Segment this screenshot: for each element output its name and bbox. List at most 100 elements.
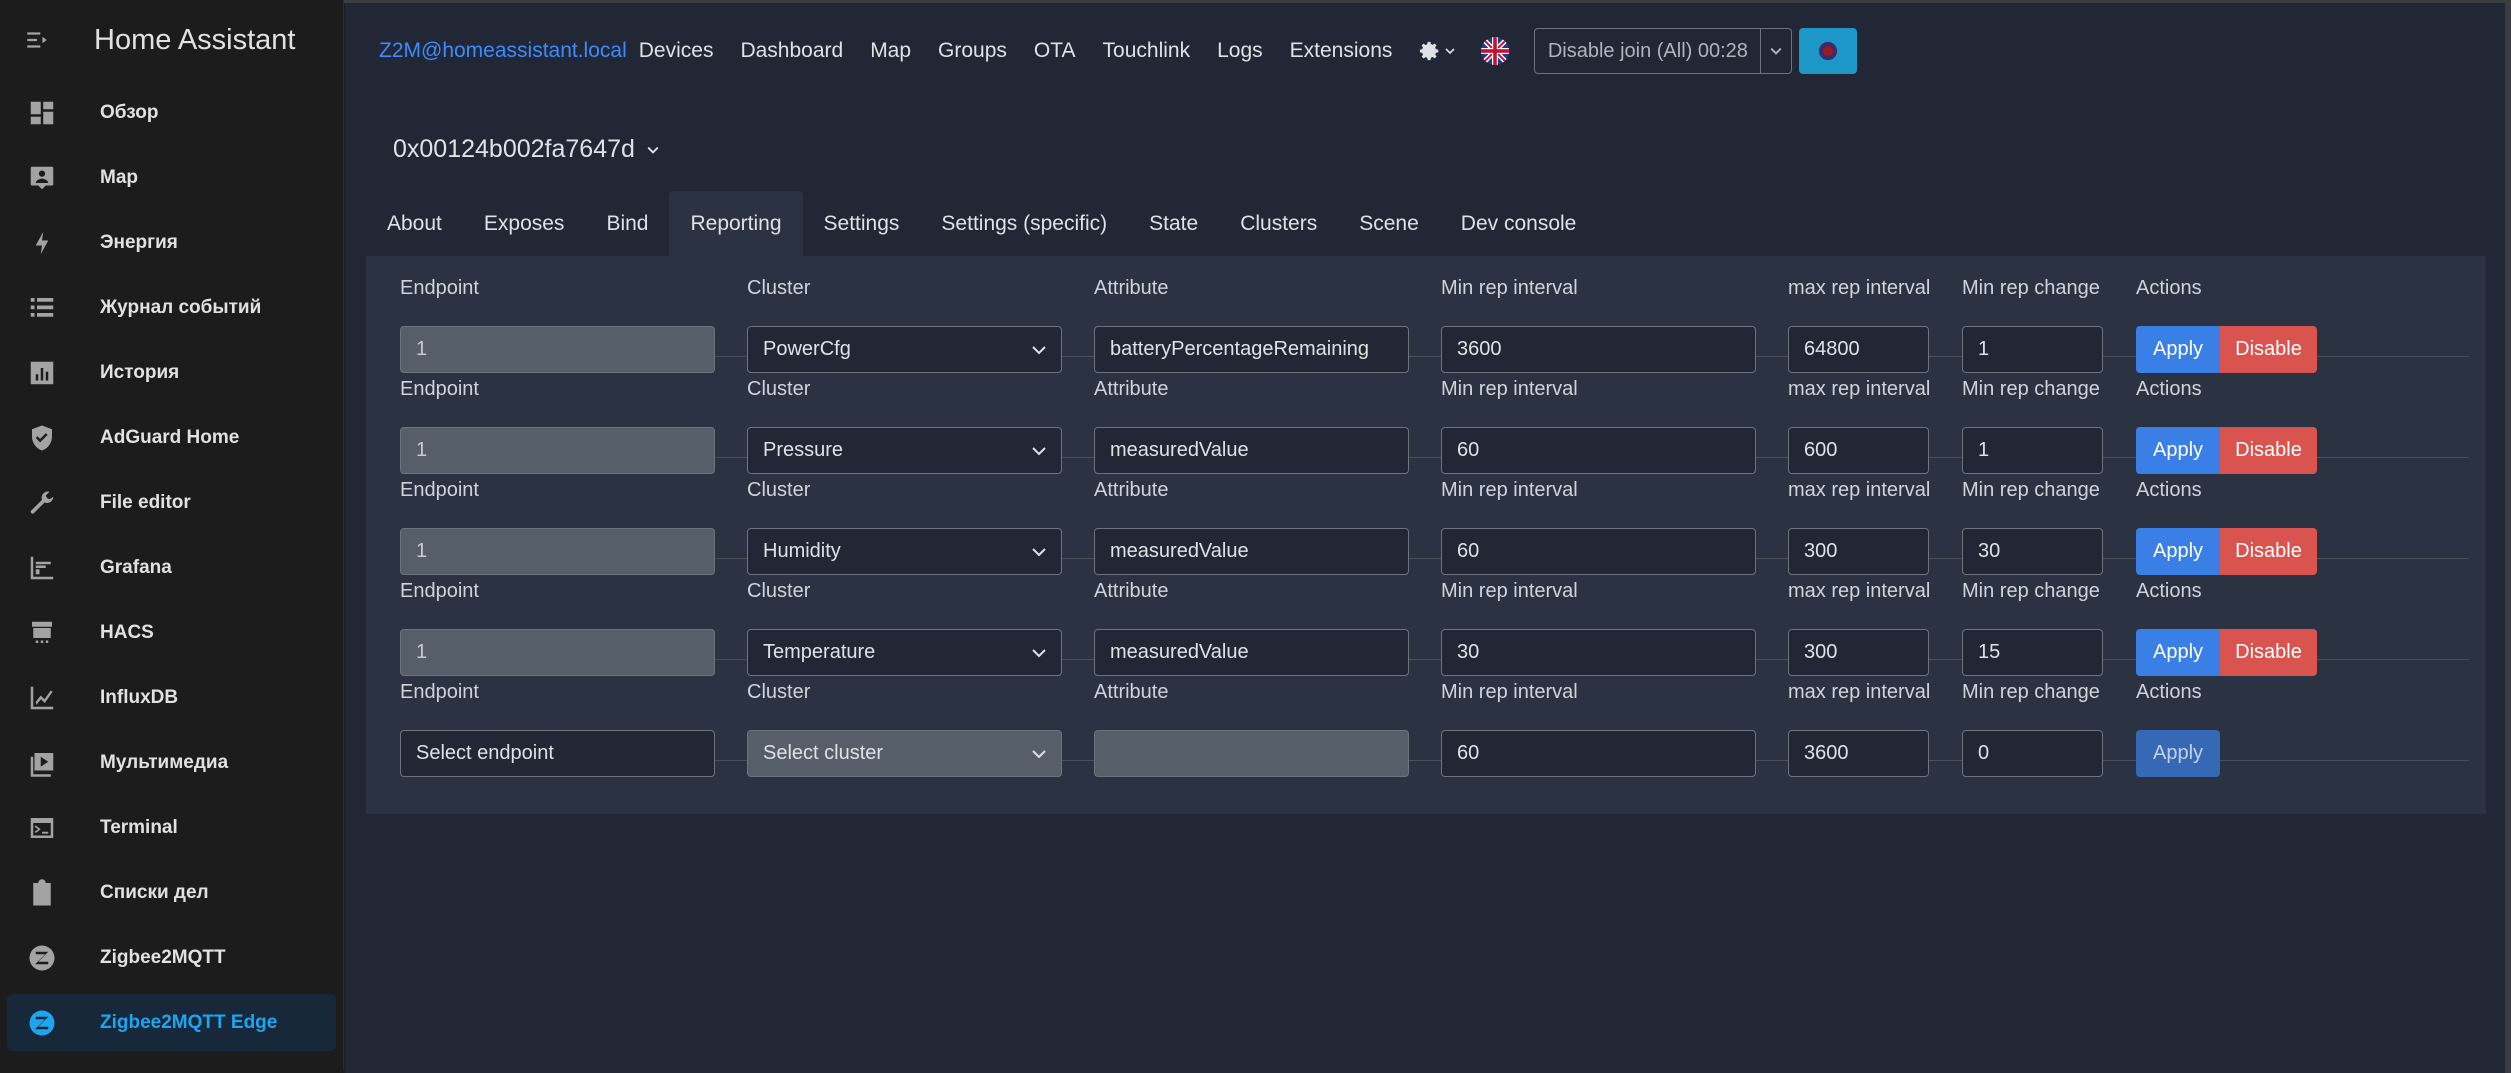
sidebar-item-influxdb[interactable]: InfluxDB [7,669,336,726]
device-selector[interactable]: 0x00124b002fa7647d [393,135,659,164]
max-rep-interval-input[interactable]: 3600 [1788,730,1929,777]
min-rep-interval-label: Min rep interval [1441,378,1578,400]
min-rep-interval-input[interactable]: 60 [1441,730,1756,777]
tab-settings[interactable]: Settings [803,191,921,256]
min-rep-interval-label: Min rep interval [1441,580,1578,602]
tab-reporting[interactable]: Reporting [669,191,803,256]
min-rep-interval-label: Min rep interval [1441,277,1578,299]
nav-link-dashboard[interactable]: Dashboard [740,39,843,63]
logbook-icon [25,291,59,325]
endpoint-label: Endpoint [400,378,479,400]
sidebar-item-grafana[interactable]: Grafana [7,539,336,596]
disable-join-button[interactable]: Disable join (All) 00:28 [1534,28,1762,74]
nav-link-groups[interactable]: Groups [938,39,1007,63]
sidebar-item-energy[interactable]: Энергия [7,214,336,271]
min-rep-change-label: Min rep change [1962,277,2100,299]
sidebar-item-hacs[interactable]: HACS [7,604,336,661]
sidebar-item-history[interactable]: История [7,344,336,401]
tab-bind[interactable]: Bind [585,191,669,256]
tab-exposes[interactable]: Exposes [463,191,586,256]
main-content: Z2M@homeassistant.local Devices Dashboar… [345,3,2505,1073]
actions-label: Actions [2136,277,2202,299]
attribute-select [1094,730,1409,777]
max-rep-interval-label: max rep interval [1788,277,1931,299]
sidebar-item-logbook[interactable]: Журнал событий [7,279,336,336]
chevron-down-icon [1032,345,1046,354]
min-rep-change-label: Min rep change [1962,681,2100,703]
sidebar-item-label: Мультимедиа [100,751,229,773]
sidebar-item-overview[interactable]: Обзор [7,84,336,141]
permit-join-group: Disable join (All) 00:28 [1534,28,1793,74]
min-rep-change-input[interactable]: 0 [1962,730,2103,777]
nav-brand-link[interactable]: Z2M@homeassistant.local [379,39,627,63]
sidebar-item-terminal[interactable]: Terminal [7,799,336,856]
language-flag-icon[interactable] [1481,37,1510,65]
nav-link-map[interactable]: Map [870,39,911,63]
min-rep-change-label: Min rep change [1962,378,2100,400]
sidebar: Home Assistant Обзор Map Энергия Журнал … [0,0,344,1070]
todo-icon [25,876,59,910]
sidebar-item-label: Zigbee2MQTT [100,946,226,968]
chevron-down-icon [1032,446,1046,455]
nav-link-touchlink[interactable]: Touchlink [1103,39,1191,63]
hacs-icon [25,616,59,650]
sidebar-item-todo[interactable]: Списки дел [7,864,336,921]
attribute-label: Attribute [1094,378,1169,400]
reporting-panel: Endpoint Cluster Attribute Min rep inter… [366,256,2486,814]
sidebar-header: Home Assistant [0,0,343,80]
max-rep-interval-label: max rep interval [1788,479,1931,501]
map-icon [25,161,59,195]
join-target-dropdown[interactable] [1761,28,1793,74]
sidebar-item-label: Zigbee2MQTT Edge [100,1011,278,1033]
menu-collapse-icon[interactable] [24,27,50,53]
sidebar-item-map[interactable]: Map [7,149,336,206]
sidebar-list: Обзор Map Энергия Журнал событий История… [0,84,343,1051]
join-status-button[interactable] [1799,28,1858,74]
tab-dev-console[interactable]: Dev console [1440,191,1598,256]
wrench-icon [25,486,59,520]
top-navigation: Z2M@homeassistant.local Devices Dashboar… [345,3,2505,99]
grafana-icon [25,551,59,585]
chevron-down-icon [1770,47,1782,55]
sidebar-item-adguard[interactable]: AdGuard Home [7,409,336,466]
reporting-row: Endpoint Cluster Attribute Min rep inter… [400,559,2469,676]
device-title: 0x00124b002fa7647d [393,135,635,163]
endpoint-label: Endpoint [400,580,479,602]
settings-dropdown[interactable] [1419,40,1455,62]
nav-link-logs[interactable]: Logs [1217,39,1263,63]
tab-state[interactable]: State [1128,191,1219,256]
chevron-down-icon [1445,48,1455,55]
sidebar-item-label: AdGuard Home [100,426,240,448]
sidebar-item-media[interactable]: Мультимедиа [7,734,336,791]
sidebar-item-label: История [100,361,180,383]
endpoint-label: Endpoint [400,681,479,703]
sidebar-item-zigbee2mqtt-edge[interactable]: Zigbee2MQTT Edge [7,994,336,1051]
attribute-label: Attribute [1094,681,1169,703]
reporting-row: Endpoint Cluster Attribute Min rep inter… [400,256,2469,373]
attribute-label: Attribute [1094,277,1169,299]
chevron-down-icon [1032,648,1046,657]
endpoint-label: Endpoint [400,479,479,501]
sidebar-item-label: Обзор [100,101,159,123]
tab-about[interactable]: About [366,191,463,256]
nav-link-extensions[interactable]: Extensions [1290,39,1393,63]
cluster-label: Cluster [747,681,811,703]
tab-scene[interactable]: Scene [1338,191,1440,256]
nav-link-devices[interactable]: Devices [639,39,714,63]
min-rep-change-label: Min rep change [1962,580,2100,602]
cluster-label: Cluster [747,277,811,299]
endpoint-select[interactable]: Select endpoint [400,730,715,777]
history-icon [25,356,59,390]
sidebar-item-zigbee2mqtt[interactable]: Zigbee2MQTT [7,929,336,986]
tab-settings-specific[interactable]: Settings (specific) [920,191,1128,256]
chevron-down-icon [1032,547,1046,556]
sidebar-item-file-editor[interactable]: File editor [7,474,336,531]
actions-label: Actions [2136,378,2202,400]
media-icon [25,746,59,780]
device-tabs: About Exposes Bind Reporting Settings Se… [366,191,1597,256]
tab-clusters[interactable]: Clusters [1219,191,1338,256]
sidebar-item-label: InfluxDB [100,686,179,708]
nav-link-ota[interactable]: OTA [1034,39,1076,63]
cluster-select: Select cluster [747,730,1062,777]
attribute-label: Attribute [1094,479,1169,501]
